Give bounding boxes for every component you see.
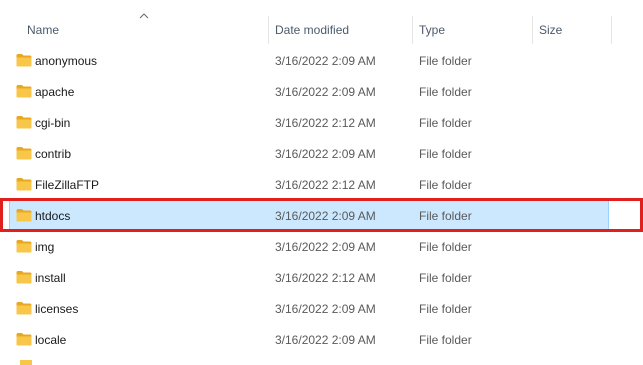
list-item[interactable]: htdocs 3/16/2022 2:09 AM File folder <box>9 200 609 230</box>
list-item[interactable]: cgi-bin 3/16/2022 2:12 AM File folder <box>10 108 608 136</box>
column-divider[interactable] <box>611 16 612 44</box>
list-item[interactable]: locale 3/16/2022 2:09 AM File folder <box>10 325 608 353</box>
column-divider[interactable] <box>412 16 413 44</box>
column-header-size[interactable]: Size <box>539 23 562 37</box>
file-name: apache <box>35 85 75 99</box>
file-name: img <box>35 240 55 254</box>
file-type: File folder <box>419 147 472 161</box>
list-item[interactable]: install 3/16/2022 2:12 AM File folder <box>10 263 608 291</box>
folder-icon <box>16 116 32 129</box>
column-divider[interactable] <box>532 16 533 44</box>
file-date-modified: 3/16/2022 2:09 AM <box>275 54 376 68</box>
file-name: locale <box>35 333 67 347</box>
list-item[interactable]: licenses 3/16/2022 2:09 AM File folder <box>10 294 608 322</box>
file-name: FileZillaFTP <box>35 178 100 192</box>
list-item[interactable]: img 3/16/2022 2:09 AM File folder <box>10 232 608 260</box>
folder-icon <box>16 302 32 315</box>
file-type: File folder <box>419 54 472 68</box>
folder-icon <box>16 178 32 191</box>
folder-icon <box>16 147 32 160</box>
folder-icon <box>16 271 32 284</box>
file-date-modified: 3/16/2022 2:12 AM <box>275 178 376 192</box>
file-type: File folder <box>419 271 472 285</box>
file-type: File folder <box>419 116 472 130</box>
column-header-bar: Name Date modified Type Size <box>0 0 643 44</box>
column-header-type[interactable]: Type <box>419 23 445 37</box>
file-type: File folder <box>419 333 472 347</box>
file-name: licenses <box>35 302 79 316</box>
folder-icon <box>16 85 32 98</box>
column-header-date-modified[interactable]: Date modified <box>275 23 349 37</box>
file-name: install <box>35 271 66 285</box>
file-name: htdocs <box>35 209 71 223</box>
list-item[interactable]: apache 3/16/2022 2:09 AM File folder <box>10 77 608 105</box>
file-date-modified: 3/16/2022 2:12 AM <box>275 116 376 130</box>
file-date-modified: 3/16/2022 2:12 AM <box>275 271 376 285</box>
column-header-name[interactable]: Name <box>27 23 59 37</box>
folder-icon <box>16 54 32 67</box>
file-date-modified: 3/16/2022 2:09 AM <box>275 333 376 347</box>
file-date-modified: 3/16/2022 2:09 AM <box>275 85 376 99</box>
file-date-modified: 3/16/2022 2:09 AM <box>275 209 376 223</box>
file-type: File folder <box>419 240 472 254</box>
folder-icon <box>16 209 32 222</box>
list-item[interactable]: contrib 3/16/2022 2:09 AM File folder <box>10 139 608 167</box>
folder-icon <box>16 240 32 253</box>
file-name: anonymous <box>35 54 98 68</box>
folder-icon <box>16 333 32 346</box>
file-type: File folder <box>419 178 472 192</box>
list-item[interactable]: anonymous 3/16/2022 2:09 AM File folder <box>10 46 608 74</box>
file-name: contrib <box>35 147 72 161</box>
sort-up-icon <box>139 13 149 19</box>
folder-icon <box>20 360 32 365</box>
file-date-modified: 3/16/2022 2:09 AM <box>275 302 376 316</box>
file-type: File folder <box>419 302 472 316</box>
file-name: cgi-bin <box>35 116 71 130</box>
file-type: File folder <box>419 209 472 223</box>
list-item[interactable]: FileZillaFTP 3/16/2022 2:12 AM File folder <box>10 170 608 198</box>
file-date-modified: 3/16/2022 2:09 AM <box>275 240 376 254</box>
file-date-modified: 3/16/2022 2:09 AM <box>275 147 376 161</box>
file-type: File folder <box>419 85 472 99</box>
column-divider[interactable] <box>268 16 269 44</box>
